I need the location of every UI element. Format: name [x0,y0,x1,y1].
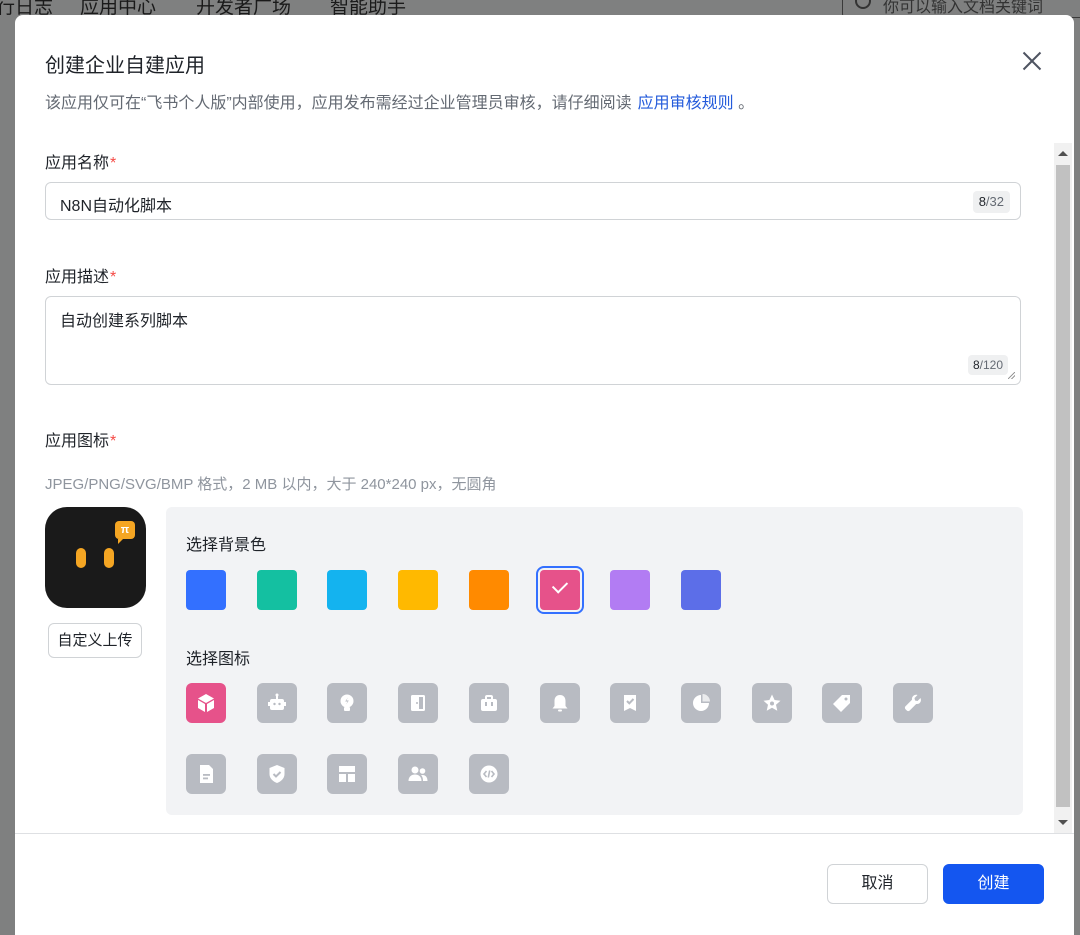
bg-color-swatch[interactable] [398,570,439,610]
users-icon-glyph [408,766,428,781]
tag-icon-glyph [833,695,851,712]
required-mark: * [110,155,117,172]
pie-chart-icon[interactable] [680,683,721,723]
bell-icon[interactable] [539,683,580,723]
bg-nav-item: 行日志 [0,0,54,16]
bg-nav-item: 开发者广场 [196,0,292,16]
app-icon-label: 应用图标* [45,427,116,451]
app-name-input[interactable]: N8N自动化脚本 8/32 [45,182,1021,220]
code-icon[interactable] [468,754,509,794]
app-desc-value: 自动创建系列脚本 [60,313,189,330]
bg-color-title: 选择背景色 [186,537,267,554]
counter-max: /32 [985,194,1004,209]
counter-max: /120 [979,358,1003,372]
counter-count: 8 [972,358,980,372]
document-icon[interactable] [186,754,226,794]
wrench-icon[interactable] [893,683,933,723]
dialog-description: 该应用仅可在“飞书个人版”内部使用，应用发布需经过企业管理员审核，请仔细阅读 应用… [45,89,754,113]
bg-nav-item: 智能助手 [330,0,407,16]
star-icon[interactable] [751,683,792,723]
bg-color-swatch[interactable] [186,570,226,610]
dialog-title: 创建企业自建应用 [45,55,205,77]
door-icon[interactable] [398,683,439,723]
preview-eye-right [104,548,114,568]
pie-chart-icon-glyph [692,694,710,711]
star-icon-glyph [763,694,781,711]
search-icon [855,0,871,9]
icon-title: 选择图标 [186,651,251,668]
app-icon-label-text: 应用图标 [45,433,110,450]
resize-handle[interactable] [1008,372,1015,379]
icon-picker-panel: 选择背景色 选择图标 [166,507,1023,815]
users-icon[interactable] [398,754,439,794]
bg-nav-item: 应用中心 [80,0,157,16]
robot-icon[interactable] [256,683,297,723]
app-desc-counter: 8/120 [967,355,1008,375]
lightbulb-icon[interactable] [327,683,368,723]
app-desc-label-text: 应用描述 [45,269,110,286]
review-rules-link[interactable]: 应用审核规则 [638,95,734,112]
create-app-dialog: 创建企业自建应用 该应用仅可在“飞书个人版”内部使用，应用发布需经过企业管理员审… [15,15,1074,935]
required-mark: * [110,433,117,450]
preview-badge-icon: π [115,521,135,544]
shield-check-icon[interactable] [256,754,297,794]
lightbulb-icon-glyph [340,694,354,711]
cancel-button[interactable]: 取消 [827,864,928,904]
dialog-scrollbar[interactable] [1054,143,1072,833]
bg-color-swatch[interactable] [610,570,651,610]
bg-color-swatch[interactable] [535,566,584,614]
description-text: 该应用仅可在“飞书个人版”内部使用，应用发布需经过企业管理员审核，请仔细阅读 [45,95,632,112]
check-icon [551,577,568,594]
scroll-thumb[interactable] [1056,165,1070,807]
bg-color-swatch[interactable] [256,570,297,610]
bell-icon-glyph [552,695,567,712]
bg-color-swatch[interactable] [468,570,509,610]
wrench-icon-glyph [904,694,921,712]
app-name-label-text: 应用名称 [45,155,110,172]
app-name-counter: 8/32 [972,191,1010,213]
app-desc-label: 应用描述* [45,263,116,287]
bg-color-swatch[interactable] [327,570,368,610]
required-mark: * [110,269,117,286]
briefcase-icon[interactable] [468,683,509,723]
dialog-body: 应用名称* N8N自动化脚本 8/32 应用描述* 自动创建系列脚本 8/120… [15,143,1074,833]
door-icon-glyph [411,695,426,711]
briefcase-icon-glyph [480,695,497,711]
layout-icon[interactable] [327,754,368,794]
scroll-up-arrow[interactable] [1058,151,1068,156]
robot-icon-glyph [267,693,286,710]
cube-icon-glyph [198,694,214,712]
checklist-icon-glyph [624,695,637,711]
custom-upload-button[interactable]: 自定义上传 [48,623,142,658]
create-button[interactable]: 创建 [943,864,1044,904]
layout-icon-glyph [339,766,356,782]
checklist-icon[interactable] [610,683,651,723]
preview-eye-left [76,548,86,568]
app-icon-preview: π [45,507,146,608]
counter-count: 8 [978,194,986,209]
document-icon-glyph [200,765,213,783]
icon-format-hint: JPEG/PNG/SVG/BMP 格式，2 MB 以内，大于 240*240 p… [45,476,497,493]
code-icon-glyph [480,765,498,783]
tag-icon[interactable] [822,683,863,723]
app-name-label: 应用名称* [45,149,116,173]
footer-divider [15,833,1074,834]
bg-color-swatch[interactable] [680,570,721,610]
app-name-value: N8N自动化脚本 [60,198,173,215]
close-icon[interactable] [1019,48,1045,74]
shield-check-icon-glyph [269,765,285,783]
app-desc-textarea[interactable]: 自动创建系列脚本 8/120 [45,296,1021,385]
scroll-down-arrow[interactable] [1058,820,1068,825]
description-end: 。 [738,95,755,112]
cube-icon[interactable] [186,683,226,723]
